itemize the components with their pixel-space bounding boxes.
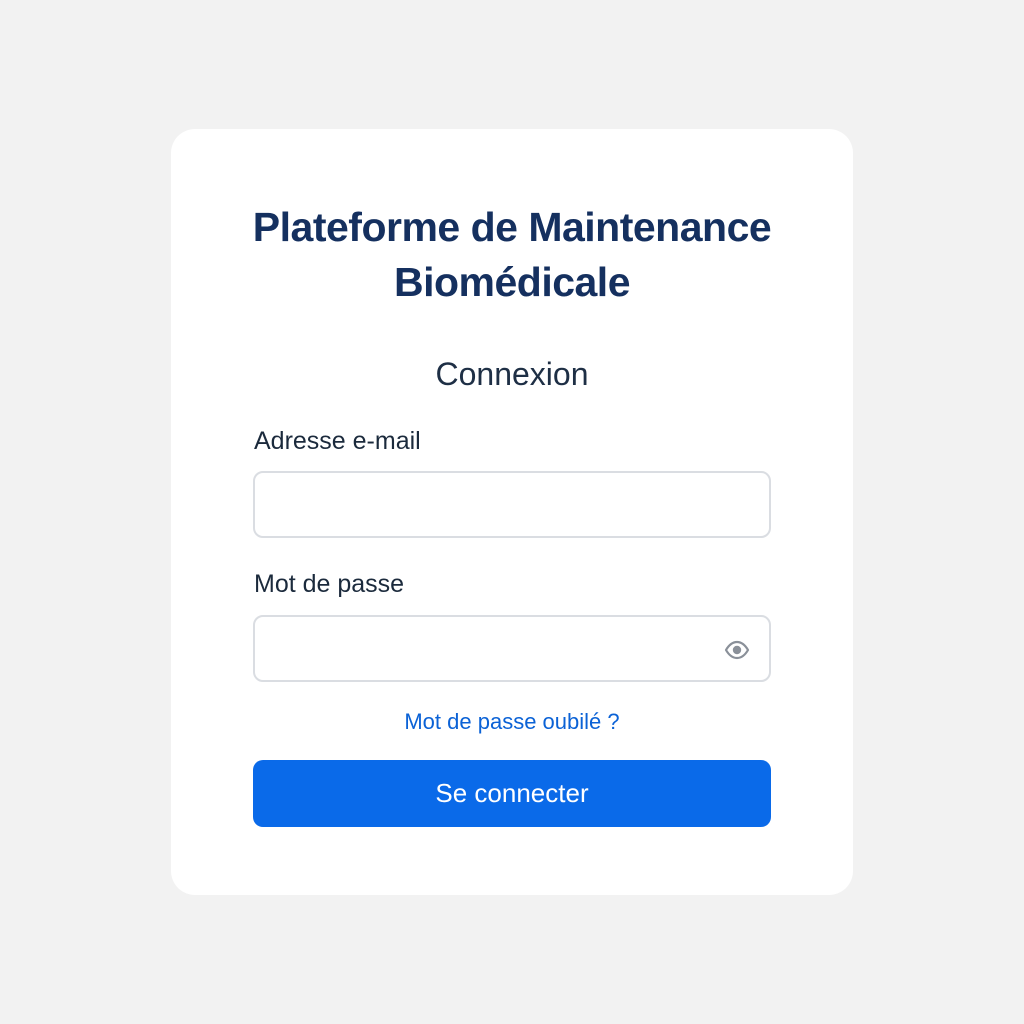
forgot-password-link[interactable]: Mot de passe oubilé ? xyxy=(404,709,619,734)
login-button[interactable]: Se connecter xyxy=(253,760,771,827)
forgot-password-area: Mot de passe oubilé ? xyxy=(0,707,1024,737)
password-field xyxy=(253,615,771,682)
app-title-line-1: Plateforme de Maintenance xyxy=(252,204,772,250)
password-label: Mot de passe xyxy=(254,570,405,598)
email-input[interactable] xyxy=(255,473,769,536)
eye-icon[interactable] xyxy=(723,636,751,664)
app-title: Plateforme de Maintenance Biomédicale xyxy=(0,200,1024,310)
app-title-line-2: Biomédicale xyxy=(393,259,631,305)
form-title: Connexion xyxy=(435,356,589,392)
password-input[interactable] xyxy=(255,617,769,680)
email-label: Adresse e-mail xyxy=(254,427,421,455)
eye-icon-graphic xyxy=(724,640,750,660)
email-field xyxy=(253,471,771,538)
